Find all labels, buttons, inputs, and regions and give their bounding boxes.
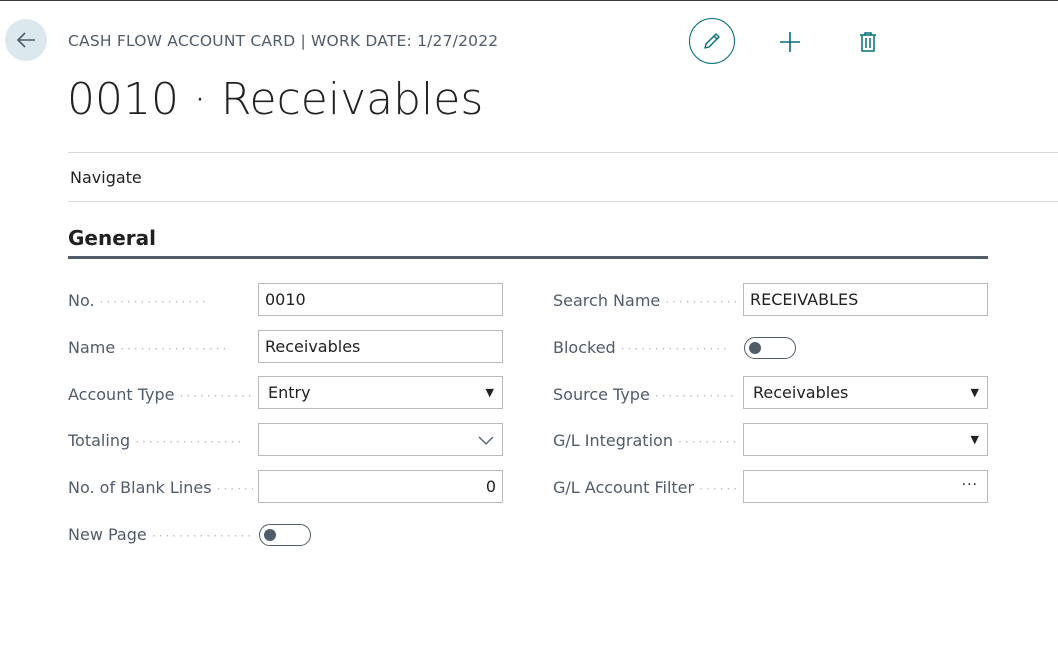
chevron-down-icon [478, 436, 494, 445]
new-page-toggle[interactable] [259, 524, 311, 546]
header-divider [68, 152, 1058, 153]
section-title-general: General [68, 226, 156, 250]
page-title: 0010 · Receivables [67, 74, 484, 125]
toggle-knob [749, 342, 761, 354]
no-value: 0010 [265, 290, 306, 309]
plus-icon [780, 32, 800, 52]
trash-icon [860, 32, 876, 52]
totaling-field[interactable] [258, 423, 503, 456]
page-caption: CASH FLOW ACCOUNT CARD | WORK DATE: 1/27… [68, 32, 499, 50]
no-field[interactable]: 0010 [258, 283, 503, 316]
search-name-label: Search Name ················ [553, 291, 738, 310]
name-label: Name ················ [68, 338, 230, 357]
window-top-border [0, 0, 1058, 1]
search-name-value: RECEIVABLES [750, 290, 859, 309]
blank-lines-label: No. of Blank Lines ················ [68, 478, 253, 497]
no-label: No. ················ [68, 291, 209, 310]
toggle-knob [264, 529, 276, 541]
gl-account-filter-field[interactable]: ··· [743, 470, 988, 503]
name-field[interactable]: Receivables [258, 330, 503, 363]
section-rule [68, 256, 988, 259]
edit-button[interactable] [689, 18, 735, 64]
navigate-menu[interactable]: Navigate [70, 168, 142, 187]
pencil-icon [704, 33, 720, 49]
source-type-value: Receivables [753, 383, 849, 402]
dropdown-arrow-icon: ▼ [485, 386, 494, 399]
lookup-ellipsis-icon[interactable]: ··· [962, 477, 978, 493]
delete-button[interactable] [855, 28, 881, 56]
gl-account-filter-label: G/L Account Filter ················ [553, 478, 738, 497]
blocked-toggle[interactable] [744, 337, 796, 359]
source-type-label: Source Type ················ [553, 385, 738, 404]
back-arrow-icon [16, 32, 35, 48]
dropdown-arrow-icon: ▼ [970, 386, 979, 399]
blocked-label: Blocked ················ [553, 338, 730, 357]
gl-integration-select[interactable]: ▼ [743, 423, 988, 456]
new-page-label: New Page ················ [68, 525, 253, 544]
name-value: Receivables [265, 337, 361, 356]
account-type-value: Entry [268, 383, 311, 402]
blank-lines-field[interactable]: 0 [258, 470, 503, 503]
new-button[interactable] [777, 28, 803, 56]
totaling-label: Totaling ················ [68, 431, 245, 450]
search-name-field[interactable]: RECEIVABLES [743, 283, 988, 316]
dropdown-arrow-icon: ▼ [970, 433, 979, 446]
blank-lines-value: 0 [485, 477, 496, 496]
back-button[interactable] [5, 19, 47, 61]
source-type-select[interactable]: Receivables ▼ [743, 376, 988, 409]
menu-divider [68, 201, 1058, 202]
account-type-select[interactable]: Entry ▼ [258, 376, 503, 409]
account-type-label: Account Type ················ [68, 385, 253, 404]
gl-integration-label: G/L Integration ················ [553, 431, 738, 450]
